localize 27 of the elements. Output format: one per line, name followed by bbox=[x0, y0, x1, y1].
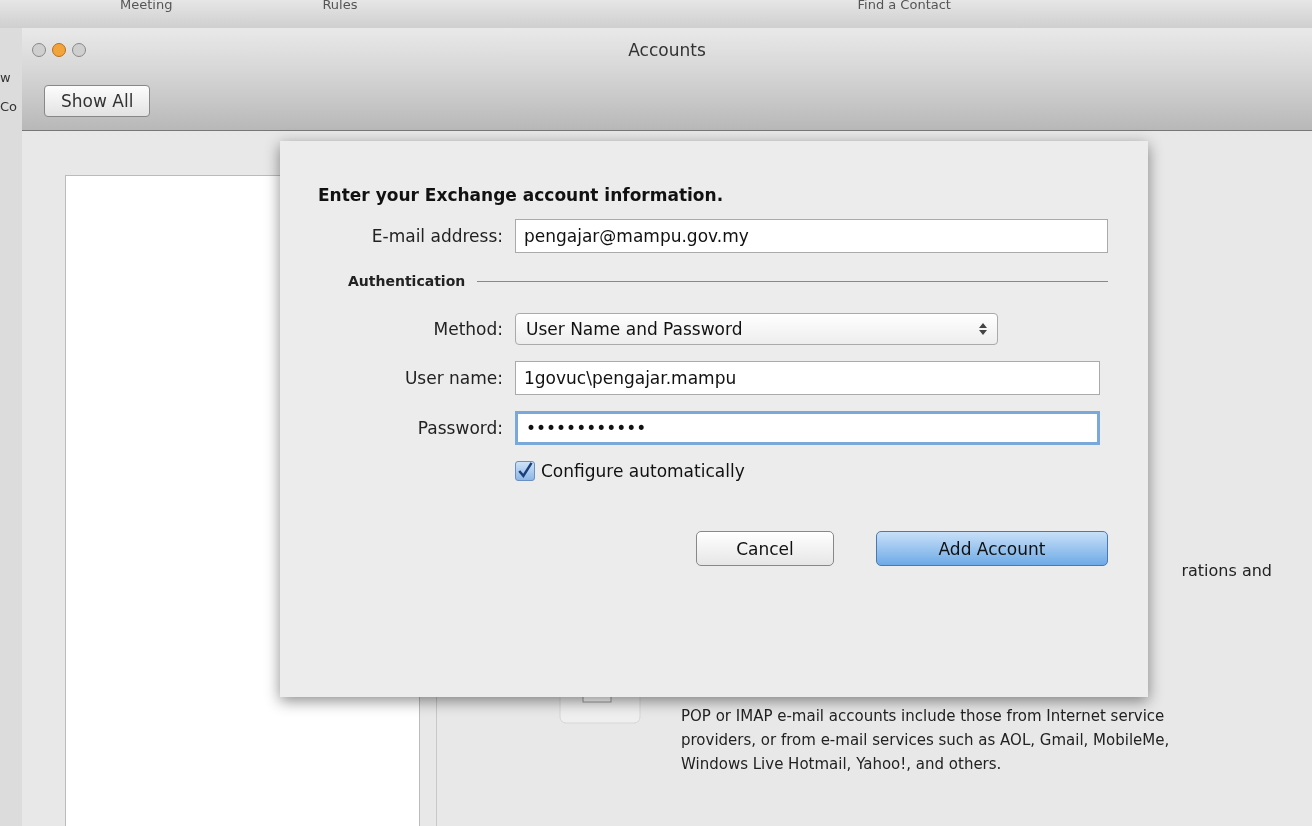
section-label: Authentication bbox=[348, 273, 466, 289]
checkbox[interactable] bbox=[515, 461, 535, 481]
field-label: Password: bbox=[416, 418, 503, 438]
field-label: E-mail address: bbox=[370, 226, 503, 246]
zoom-icon[interactable] bbox=[72, 43, 86, 57]
stepper-arrows-icon bbox=[979, 323, 987, 335]
method-dropdown[interactable]: User Name and Password bbox=[515, 313, 998, 345]
show-all-button[interactable]: Show All bbox=[44, 85, 151, 117]
sidebar-fragment: w bbox=[0, 70, 11, 85]
dialog-button[interactable]: Add Account bbox=[876, 531, 1108, 566]
field-label: User name: bbox=[403, 368, 503, 388]
toolbar-label: Meeting bbox=[120, 0, 173, 12]
window-title: Accounts bbox=[628, 40, 706, 60]
checkbox-label: Configure automatically bbox=[541, 461, 745, 481]
field-label: Method: bbox=[432, 319, 503, 339]
dialog-button[interactable]: Cancel bbox=[696, 531, 834, 566]
username-field[interactable]: 1govuc\pengajar.mampu bbox=[515, 361, 1100, 395]
sheet-heading: Enter your Exchange account information. bbox=[318, 185, 725, 205]
toolbar-label: Rules bbox=[322, 0, 358, 12]
email-account-description: POP or IMAP e-mail accounts include those from Internet service providers, or from e-mail services such as AOL, Gmail, MobileMe, Windows Live Hotmail, Yahoo!, and others. bbox=[681, 706, 1171, 775]
sidebar-fragment: Co bbox=[0, 99, 18, 114]
close-icon[interactable] bbox=[32, 43, 46, 57]
minimize-icon[interactable] bbox=[52, 43, 66, 57]
email-field[interactable]: pengajar@mampu.gov.my bbox=[515, 219, 1108, 253]
password-field[interactable]: •••••••••••• bbox=[515, 411, 1100, 445]
toolbar-label: Find a Contact bbox=[857, 0, 951, 12]
description-fragment: rations and bbox=[1181, 561, 1272, 580]
